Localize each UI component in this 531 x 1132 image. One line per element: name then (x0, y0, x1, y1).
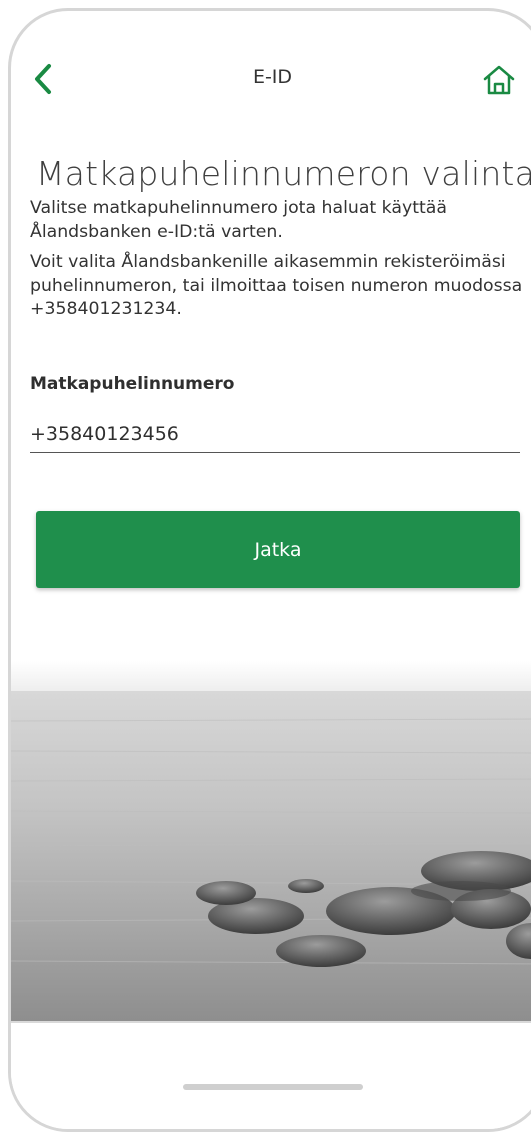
intro-text: Valitse matkapuhelinnumero jota haluat k… (30, 197, 525, 329)
home-indicator[interactable] (183, 1084, 363, 1090)
phone-frame: E-ID Matkapuhelinnumeron valinta Valitse… (8, 8, 531, 1132)
phone-number-label: Matkapuhelinnumero (30, 374, 235, 394)
page-title: Matkapuhelinnumeron valinta (36, 154, 531, 193)
lake-stones-image (11, 661, 531, 1021)
home-button[interactable] (481, 63, 517, 97)
phone-number-input[interactable] (30, 416, 520, 453)
header-title: E-ID (252, 66, 293, 88)
bottom-bar (11, 1021, 531, 1129)
home-icon (483, 65, 515, 95)
continue-button[interactable]: Jatka (36, 511, 520, 588)
app-header: E-ID (11, 11, 531, 121)
intro-paragraph-1: Valitse matkapuhelinnumero jota haluat k… (30, 198, 447, 242)
intro-paragraph-2: Voit valita Ålandsbankenille aikasemmin … (30, 252, 523, 319)
